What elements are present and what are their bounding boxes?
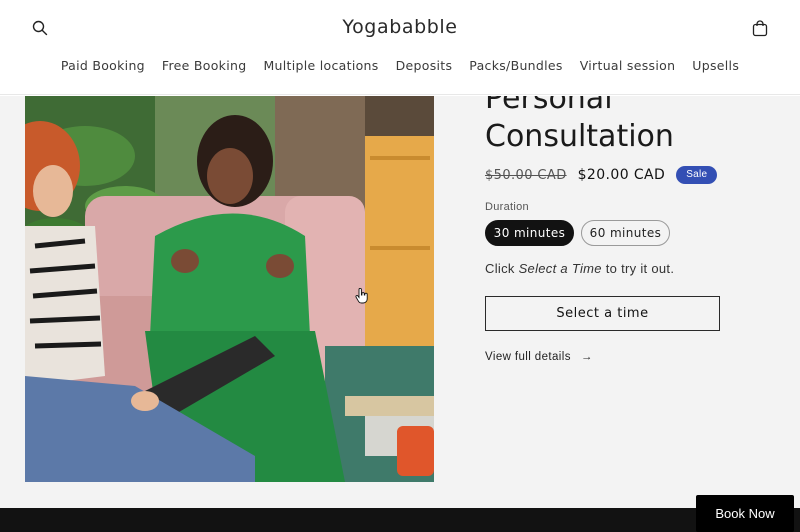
product-title-line-1: Personal bbox=[485, 96, 613, 116]
nav-item-virtual-session[interactable]: Virtual session bbox=[580, 58, 676, 78]
duration-option-60-minutes[interactable]: 60 minutes bbox=[581, 220, 670, 246]
select-time-button[interactable]: Select a time bbox=[485, 296, 720, 331]
sale-badge: Sale bbox=[676, 166, 718, 184]
product-title-line-2: Consultation bbox=[485, 119, 674, 154]
details-link-label: View full details bbox=[485, 351, 571, 363]
view-full-details-link[interactable]: View full details → bbox=[485, 351, 593, 363]
regular-price: $50.00 CAD bbox=[485, 167, 567, 183]
instruction-suffix: to try it out. bbox=[601, 261, 675, 276]
site-header: Yogababble Paid Booking Free Booking Mul… bbox=[0, 0, 800, 95]
brand-logo[interactable]: Yogababble bbox=[0, 16, 800, 38]
arrow-right-icon: → bbox=[580, 351, 593, 363]
duration-label: Duration bbox=[485, 201, 529, 213]
nav-item-multiple-locations[interactable]: Multiple locations bbox=[263, 58, 378, 78]
instruction-text: Click Select a Time to try it out. bbox=[485, 261, 674, 276]
product-title: Personal Consultation bbox=[485, 96, 785, 156]
instruction-prefix: Click bbox=[485, 261, 519, 276]
price-row: $50.00 CAD $20.00 CAD Sale bbox=[485, 166, 718, 184]
nav-item-paid-booking[interactable]: Paid Booking bbox=[61, 58, 145, 78]
nav-item-upsells[interactable]: Upsells bbox=[692, 58, 739, 78]
bag-icon bbox=[752, 19, 768, 36]
duration-option-30-minutes[interactable]: 30 minutes bbox=[485, 220, 574, 246]
nav-item-free-booking[interactable]: Free Booking bbox=[162, 58, 247, 78]
hand-pointer-icon bbox=[355, 288, 368, 304]
sale-price: $20.00 CAD bbox=[577, 167, 666, 183]
nav-item-deposits[interactable]: Deposits bbox=[396, 58, 453, 78]
book-now-button[interactable]: Book Now bbox=[696, 495, 794, 532]
product-image bbox=[25, 96, 434, 482]
product-section: Personal Consultation $50.00 CAD $20.00 … bbox=[0, 96, 800, 508]
cart-button[interactable] bbox=[748, 16, 772, 40]
nav-item-packs-bundles[interactable]: Packs/Bundles bbox=[469, 58, 562, 78]
footer-bar bbox=[0, 508, 800, 532]
main-nav: Paid Booking Free Booking Multiple locat… bbox=[0, 58, 800, 78]
instruction-emphasis: Select a Time bbox=[518, 261, 602, 276]
